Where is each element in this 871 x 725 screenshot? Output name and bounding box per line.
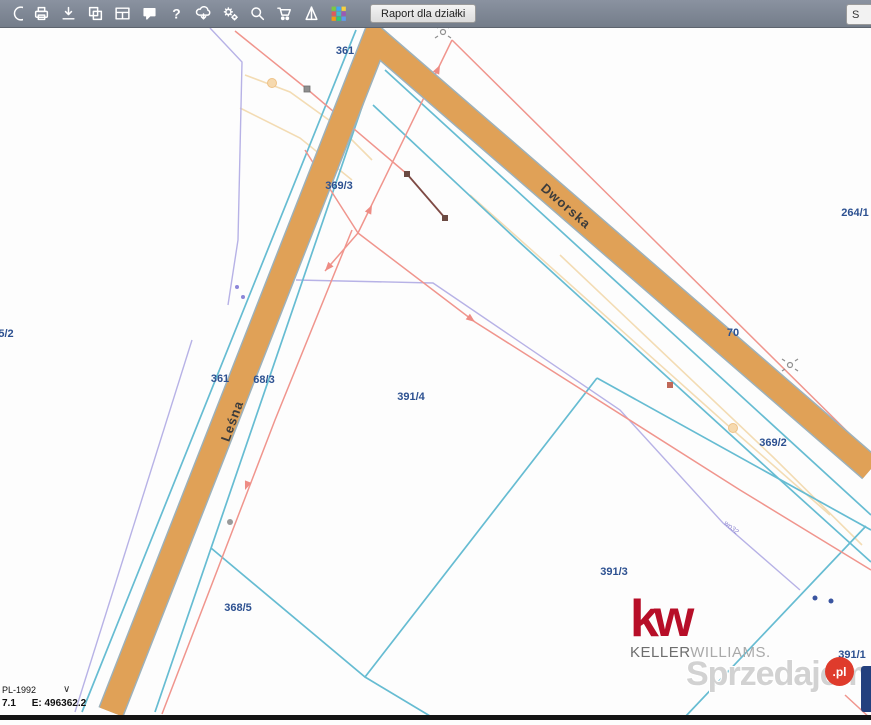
report-for-parcel-button[interactable]: Raport dla działki [370,4,476,23]
cart-icon[interactable] [275,5,293,23]
cursor-coordinates: 7.1 E: 496362.2 [2,698,86,709]
kw-logo-mark: kw [630,596,771,642]
cloud-download-icon[interactable] [194,5,212,23]
parcel-label: 5/2 [0,328,14,340]
parcel-label: 68/3 [253,374,274,386]
parcel-label: 361 [336,45,354,57]
partial-icon[interactable] [5,5,23,23]
corner-logo-fragment [861,666,871,712]
keller-williams-logo: kw KELLERWILLIAMS. [630,596,771,661]
parcel-label: 369/3 [325,180,353,192]
settings-icon[interactable] [221,5,239,23]
help-icon[interactable]: ? [167,5,185,23]
search-icon[interactable] [248,5,266,23]
northing-value: 7.1 [2,698,16,709]
partial-right-button[interactable]: S [846,4,871,25]
parcel-label: 264/1 [841,207,869,219]
parcel-label: 368/5 [224,602,252,614]
bottom-bar [0,715,871,720]
chevron-down-icon[interactable]: ∨ [63,686,70,694]
coordinate-panel: PL-1992 ∨ 7.1 E: 496362.2 [2,685,86,709]
layout-icon[interactable] [113,5,131,23]
kw-name-primary: KELLER [630,644,690,661]
parcel-label: 361 [211,373,229,385]
prism-icon[interactable] [302,5,320,23]
map-toolbar: ? Raport dla działki [0,0,871,28]
parcel-label: 391/4 [397,391,425,403]
copy-icon[interactable] [86,5,104,23]
printer-icon[interactable] [32,5,50,23]
svg-text:?: ? [172,5,180,21]
parcel-label: 391/3 [600,566,628,578]
parcel-label: 70 [727,327,739,339]
speech-bubble-icon[interactable] [140,5,158,23]
crs-label[interactable]: PL-1992 [2,685,36,695]
sprzedajemy-pl-badge: .pl [825,657,854,686]
easting-value: E: 496362.2 [32,698,87,709]
download-icon[interactable] [59,5,77,23]
parcel-label: 369/2 [759,437,787,449]
palette-icon[interactable] [329,5,347,23]
